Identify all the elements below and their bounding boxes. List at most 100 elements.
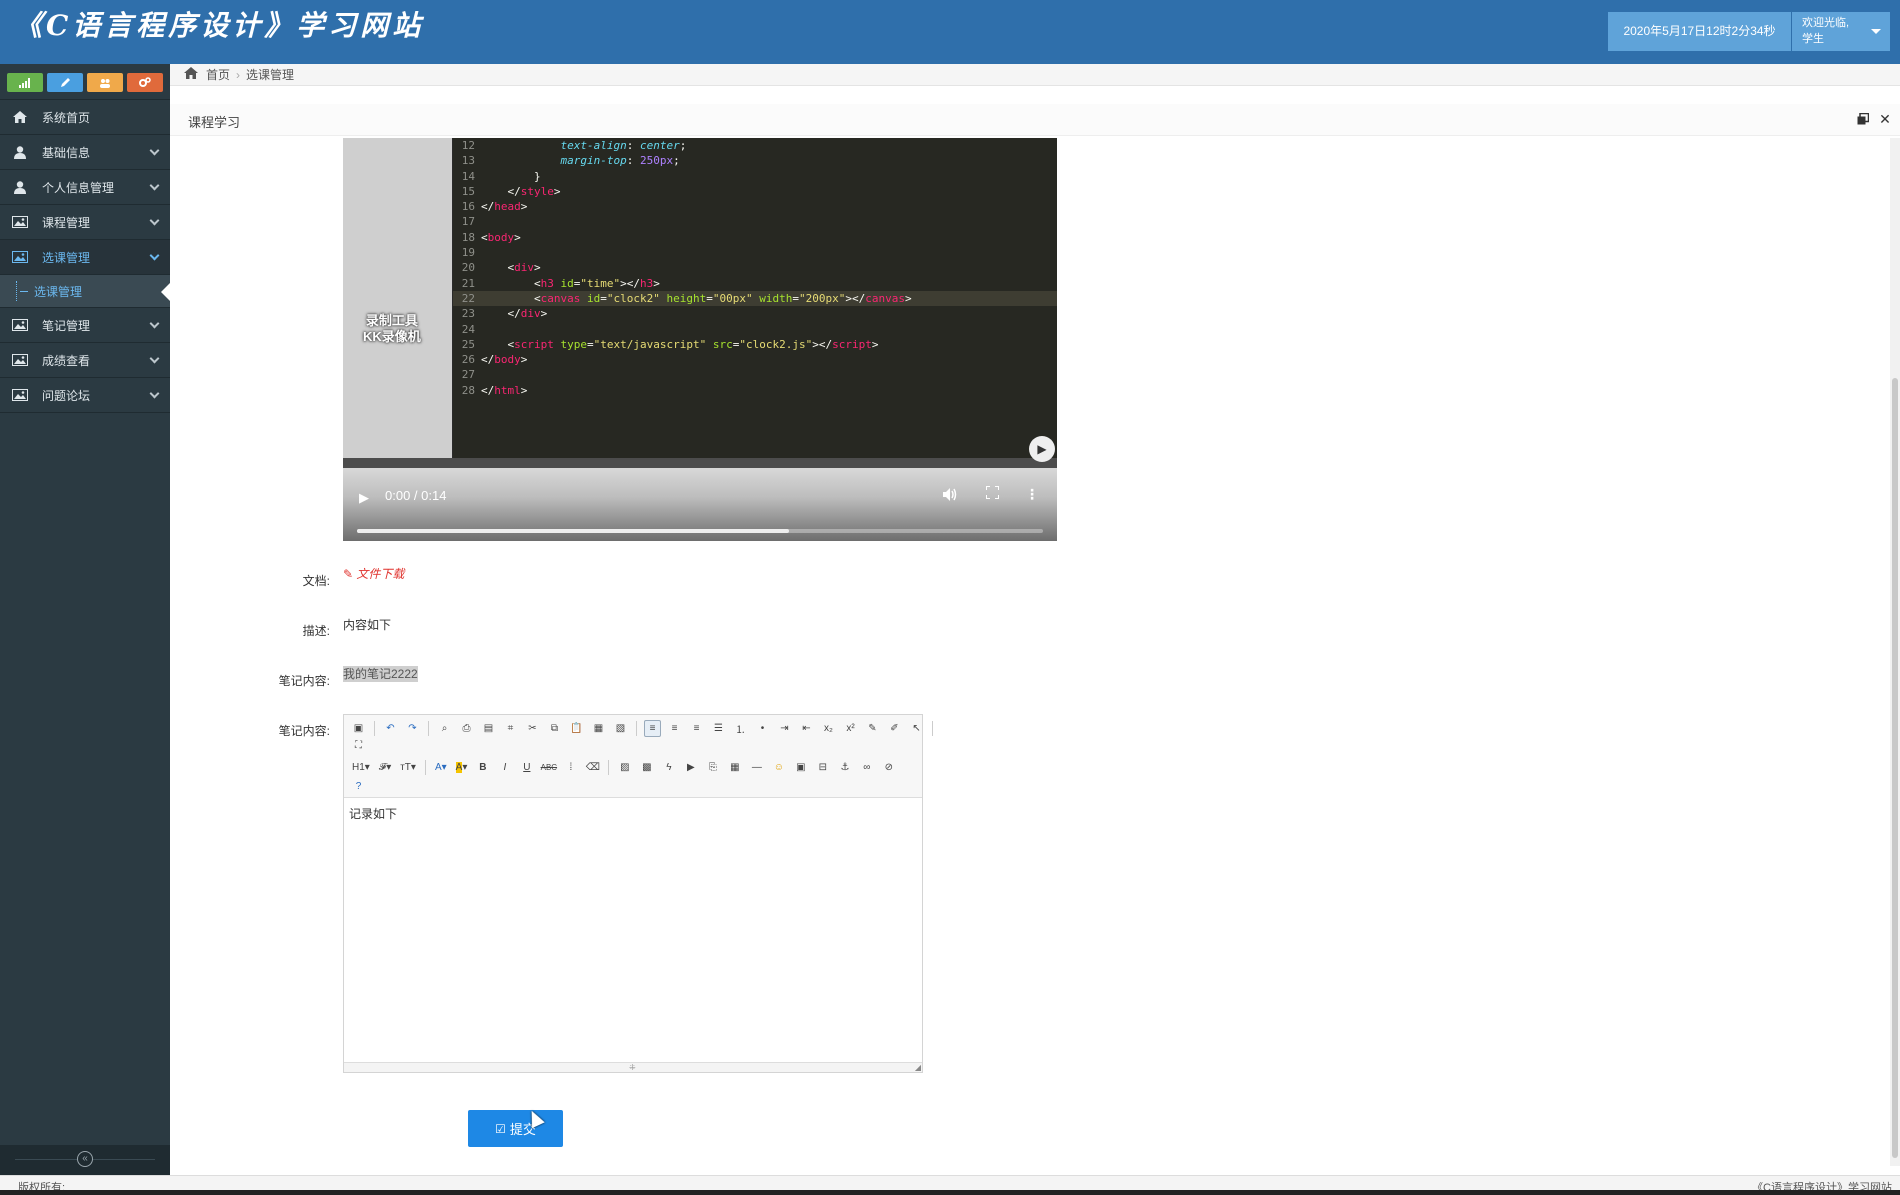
pagebreak-icon[interactable]: ⊟: [814, 759, 831, 776]
multi-image-icon[interactable]: ▩: [638, 759, 655, 776]
anchor-icon[interactable]: ⚓: [836, 759, 853, 776]
preview-icon[interactable]: ⌕: [436, 720, 453, 737]
pencil-icon[interactable]: [47, 73, 83, 92]
tree-dash: [20, 290, 28, 292]
heading-dropdown[interactable]: H1▾: [350, 759, 372, 776]
format-brush-icon[interactable]: ✐: [886, 720, 903, 737]
paste-word-icon[interactable]: ▧: [612, 720, 629, 737]
sidebar-item-grades[interactable]: 成绩查看: [0, 343, 170, 378]
editor-label: 笔记内容:: [278, 724, 330, 738]
fullscreen-editor-icon[interactable]: ⛶: [350, 737, 367, 754]
close-icon[interactable]: ✕: [1878, 111, 1892, 127]
font-size-dropdown[interactable]: тT▾: [398, 759, 418, 776]
active-indicator: [161, 283, 170, 301]
users-icon[interactable]: [87, 73, 123, 92]
breadcrumb-home[interactable]: 首页: [206, 66, 230, 83]
page-scrollbar[interactable]: [1890, 138, 1900, 1166]
template-icon[interactable]: ▤: [480, 720, 497, 737]
sidebar-subitem-label: 选课管理: [34, 284, 83, 299]
align-center-icon[interactable]: ≡: [666, 720, 683, 737]
video-progress-bar[interactable]: [357, 529, 1043, 533]
video-player[interactable]: 录制工具 KK录像机 12 text-align: center; 13 marg…: [343, 138, 1057, 541]
header-right: 2020年5月17日12时2分34秒 欢迎光临, 学生: [1608, 12, 1890, 51]
flash-icon[interactable]: ϟ: [660, 759, 677, 776]
attachment-icon[interactable]: ⎘: [704, 759, 721, 776]
emoticon-icon[interactable]: ☺: [770, 759, 787, 776]
outdent-icon[interactable]: ⇤: [798, 720, 815, 737]
code-line: 23 </div>: [453, 306, 1057, 321]
volume-icon[interactable]: [943, 488, 957, 504]
unordered-list-icon[interactable]: •: [754, 720, 771, 737]
sidebar-item-label: 系统首页: [42, 110, 91, 125]
chevron-down-icon: [149, 180, 160, 191]
play-circle-icon[interactable]: ▶: [1029, 436, 1055, 462]
undo-icon[interactable]: ↶: [382, 720, 399, 737]
align-left-icon[interactable]: ≡: [644, 720, 661, 737]
hr-icon[interactable]: ―: [748, 759, 765, 776]
sidebar-subitem-selection[interactable]: 选课管理: [0, 275, 170, 308]
cogs-icon[interactable]: [127, 73, 163, 92]
paste-icon[interactable]: 📋: [568, 720, 585, 737]
select-all-icon[interactable]: ↖: [908, 720, 925, 737]
resize-grip-icon[interactable]: ⁜: [629, 1063, 636, 1072]
signal-icon[interactable]: [7, 73, 43, 92]
cut-icon[interactable]: ✂: [524, 720, 541, 737]
media-icon[interactable]: ▶: [682, 759, 699, 776]
align-right-icon[interactable]: ≡: [688, 720, 705, 737]
print-icon[interactable]: ⎙: [458, 720, 475, 737]
paste-text-icon[interactable]: ▦: [590, 720, 607, 737]
line-height-icon[interactable]: ⁞: [562, 759, 579, 776]
code-line: 22 <canvas id="clock2" height="00px" wid…: [453, 290, 1057, 307]
bold-icon[interactable]: B: [474, 759, 491, 776]
clear-format-icon[interactable]: ✎: [864, 720, 881, 737]
panel-tools: ✕: [1856, 111, 1892, 127]
sidebar-item-course[interactable]: 课程管理: [0, 205, 170, 240]
copy-icon[interactable]: ⧉: [546, 720, 563, 737]
superscript-icon[interactable]: x²: [842, 720, 859, 737]
font-family-dropdown[interactable]: 𝓕▾: [377, 759, 393, 776]
indent-icon[interactable]: ⇥: [776, 720, 793, 737]
strikethrough-icon[interactable]: ABC: [540, 759, 557, 776]
file-download-link[interactable]: ✎ 文件下载: [343, 565, 404, 582]
editor-content[interactable]: 记录如下: [349, 805, 397, 822]
source-icon[interactable]: ▣: [350, 720, 367, 737]
user-menu[interactable]: 欢迎光临, 学生: [1792, 12, 1890, 51]
highlight-color-icon[interactable]: A ▾: [454, 759, 470, 776]
picture-insert-icon[interactable]: ▣: [792, 759, 809, 776]
font-color-icon[interactable]: A▾: [433, 759, 449, 776]
code-line-text: </div>: [481, 307, 548, 321]
code-icon[interactable]: ⌗: [502, 720, 519, 737]
play-icon[interactable]: ▶: [359, 490, 369, 506]
sidebar-item-forum[interactable]: 问题论坛: [0, 378, 170, 413]
ordered-list-icon[interactable]: ⒈: [732, 720, 749, 737]
fullscreen-icon[interactable]: [985, 485, 1000, 502]
more-options-icon[interactable]: ⋮: [1025, 486, 1039, 503]
image-icon[interactable]: ▨: [616, 759, 633, 776]
scrollbar-thumb[interactable]: [1892, 378, 1898, 1158]
code-line: 13 margin-top: 250px;: [453, 153, 1057, 168]
unlink-icon[interactable]: ⊘: [880, 759, 897, 776]
resize-corner-icon[interactable]: ◢: [915, 1063, 921, 1072]
underline-icon[interactable]: U: [518, 759, 535, 776]
sidebar-item-personal-info[interactable]: 个人信息管理: [0, 170, 170, 205]
sidebar-item-home[interactable]: 系统首页: [0, 100, 170, 135]
sidebar-item-label: 成绩查看: [42, 353, 91, 368]
restore-window-icon[interactable]: [1856, 112, 1870, 126]
submit-button[interactable]: ☑ 提交: [468, 1110, 563, 1147]
subscript-icon[interactable]: x₂: [820, 720, 837, 737]
redo-icon[interactable]: ↷: [404, 720, 421, 737]
link-icon[interactable]: ∞: [858, 759, 875, 776]
align-justify-icon[interactable]: ☰: [710, 720, 727, 737]
italic-icon[interactable]: I: [496, 759, 513, 776]
table-icon[interactable]: ▦: [726, 759, 743, 776]
help-icon[interactable]: ?: [350, 778, 367, 795]
note-label: 笔记内容:: [278, 674, 330, 688]
sidebar-item-basic-info[interactable]: 基础信息: [0, 135, 170, 170]
double-chevron-left-icon[interactable]: «: [77, 1151, 93, 1167]
eraser-icon[interactable]: ⌫: [584, 759, 601, 776]
sidebar-item-label: 问题论坛: [42, 388, 91, 403]
code-line: 15 </style>: [453, 184, 1057, 199]
sidebar-item-selection[interactable]: 选课管理: [0, 240, 170, 275]
sidebar-item-notes[interactable]: 笔记管理: [0, 308, 170, 343]
code-line-number: 15: [461, 184, 475, 198]
